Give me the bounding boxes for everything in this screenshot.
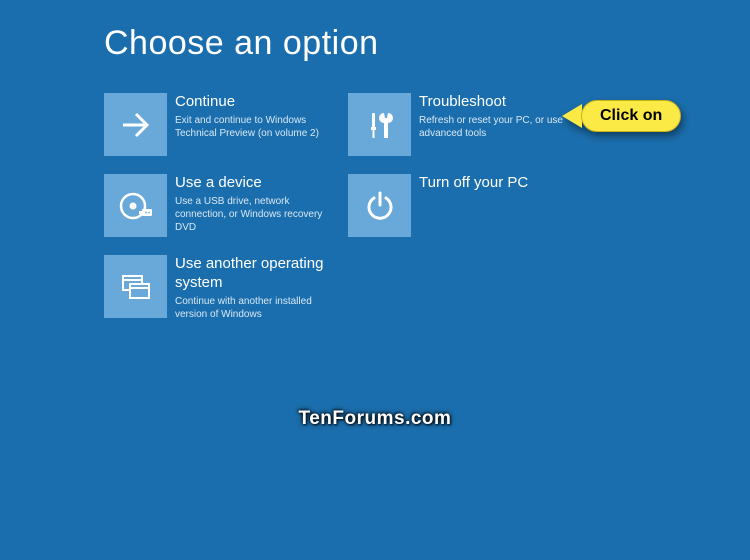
option-desc: Refresh or reset your PC, or use advance… [419,114,578,140]
page-title: Choose an option [104,24,650,63]
windows-cascade-icon [104,255,167,318]
option-turn-off[interactable]: Turn off your PC [348,174,578,237]
option-title: Troubleshoot [419,93,578,112]
option-troubleshoot[interactable]: Troubleshoot Refresh or reset your PC, o… [348,93,578,156]
option-title: Use a device [175,174,334,193]
option-title: Turn off your PC [419,174,578,193]
callout-label: Click on [581,100,681,132]
power-icon [348,174,411,237]
option-desc: Continue with another installed version … [175,295,334,321]
callout-annotation: Click on [562,100,681,132]
option-title: Use another operating system [175,255,334,293]
watermark-text: TenForums.com [0,408,750,430]
option-use-another-os[interactable]: Use another operating system Continue wi… [104,255,334,321]
disc-usb-icon [104,174,167,237]
option-continue[interactable]: Continue Exit and continue to Windows Te… [104,93,334,156]
arrow-right-icon [104,93,167,156]
option-desc: Use a USB drive, network connection, or … [175,195,334,234]
callout-arrow-icon [562,104,582,128]
option-title: Continue [175,93,334,112]
option-desc: Exit and continue to Windows Technical P… [175,114,334,140]
tools-icon [348,93,411,156]
option-use-device[interactable]: Use a device Use a USB drive, network co… [104,174,334,237]
